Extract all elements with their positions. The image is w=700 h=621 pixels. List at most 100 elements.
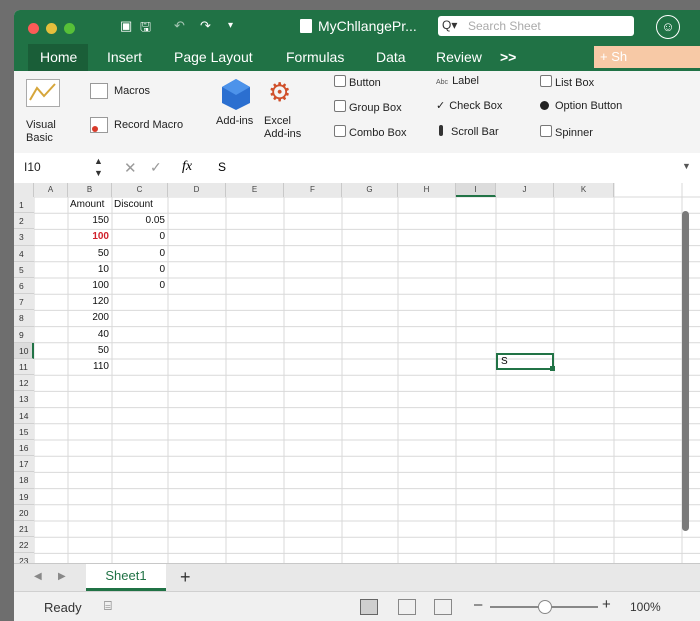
page-layout-view-icon[interactable]: [398, 599, 416, 615]
cell-B2[interactable]: 150: [68, 213, 109, 229]
tab-page-layout[interactable]: Page Layout: [174, 49, 253, 65]
column-header-G[interactable]: G: [342, 183, 398, 197]
minimize-window-button[interactable]: [46, 23, 57, 34]
tab-insert[interactable]: Insert: [107, 49, 142, 65]
sidebar-toggle-icon[interactable]: ▣: [120, 18, 132, 34]
label-control[interactable]: Abc Label: [436, 75, 479, 89]
row-header-2[interactable]: 2: [14, 213, 34, 230]
feedback-smiley-icon[interactable]: ☺: [656, 15, 680, 39]
macros-icon[interactable]: [90, 83, 108, 99]
button-control[interactable]: Button: [334, 75, 381, 90]
row-header-14[interactable]: 14: [14, 407, 34, 424]
tab-review[interactable]: Review: [436, 49, 482, 65]
cell-B3[interactable]: 100: [68, 229, 109, 245]
row-header-21[interactable]: 21: [14, 521, 34, 538]
visual-basic-icon[interactable]: [26, 79, 60, 107]
cancel-formula-icon[interactable]: ✕: [124, 159, 137, 177]
cell-B10[interactable]: 50: [68, 343, 109, 359]
tab-overflow-chevron[interactable]: >>: [500, 49, 516, 65]
row-header-17[interactable]: 17: [14, 456, 34, 473]
next-sheet-icon[interactable]: ▶: [58, 571, 66, 582]
cell-B7[interactable]: 120: [68, 294, 109, 310]
row-header-9[interactable]: 9: [14, 326, 34, 343]
row-header-18[interactable]: 18: [14, 472, 34, 489]
redo-icon[interactable]: ↷: [200, 18, 211, 34]
formula-bar-expand-icon[interactable]: ▼: [682, 161, 691, 171]
add-ins-label[interactable]: Add-ins: [216, 115, 253, 128]
tab-data[interactable]: Data: [376, 49, 406, 65]
zoom-out-icon[interactable]: –: [474, 596, 482, 613]
formula-input[interactable]: S: [218, 160, 226, 174]
prev-sheet-icon[interactable]: ◀: [34, 571, 42, 582]
row-header-15[interactable]: 15: [14, 423, 34, 440]
list-box-control[interactable]: List Box: [540, 75, 594, 90]
undo-icon[interactable]: ↶: [174, 18, 185, 34]
tab-formulas[interactable]: Formulas: [286, 49, 344, 65]
insert-function-icon[interactable]: fx: [182, 159, 192, 175]
row-header-19[interactable]: 19: [14, 488, 34, 505]
column-header-D[interactable]: D: [168, 183, 226, 197]
scroll-bar-control[interactable]: Scroll Bar: [436, 125, 499, 139]
cell-B11[interactable]: 110: [68, 359, 109, 375]
column-header-J[interactable]: J: [496, 183, 554, 197]
cell-B5[interactable]: 10: [68, 262, 109, 278]
name-box[interactable]: I10: [24, 160, 41, 174]
cell-C5[interactable]: 0: [112, 262, 165, 278]
column-header-F[interactable]: F: [284, 183, 342, 197]
normal-view-icon[interactable]: [360, 599, 378, 615]
macro-record-status-icon[interactable]: ⌸: [104, 598, 112, 614]
group-box-control[interactable]: Group Box: [334, 100, 402, 115]
check-box-control[interactable]: ✓ Check Box: [436, 100, 502, 113]
tab-home[interactable]: Home: [40, 49, 77, 65]
column-header-I[interactable]: I: [456, 183, 496, 197]
row-header-4[interactable]: 4: [14, 245, 34, 262]
spinner-control[interactable]: Spinner: [540, 125, 593, 140]
cell-B8[interactable]: 200: [68, 310, 109, 326]
cell-C6[interactable]: 0: [112, 278, 165, 294]
selected-cell-I10[interactable]: S: [496, 353, 555, 371]
column-header-B[interactable]: B: [68, 183, 112, 197]
option-button-control[interactable]: Option Button: [540, 100, 622, 113]
add-ins-icon[interactable]: [220, 77, 252, 116]
row-header-12[interactable]: 12: [14, 375, 34, 392]
fill-handle[interactable]: [550, 366, 555, 371]
column-header-H[interactable]: H: [398, 183, 456, 197]
search-sheet-input[interactable]: Q▾ Search Sheet: [438, 16, 634, 36]
sheet-tab-sheet1[interactable]: Sheet1: [86, 564, 166, 591]
row-header-3[interactable]: 3: [14, 229, 34, 246]
save-icon[interactable]: 🖫: [140, 18, 151, 40]
customize-toolbar-icon[interactable]: ▾: [228, 20, 233, 31]
cell-C4[interactable]: 0: [112, 246, 165, 262]
add-sheet-icon[interactable]: +: [180, 567, 191, 588]
record-macro-icon[interactable]: [90, 117, 108, 133]
maximize-window-button[interactable]: [64, 23, 75, 34]
column-header-E[interactable]: E: [226, 183, 284, 197]
vertical-scrollbar[interactable]: [682, 211, 689, 531]
visual-basic-label[interactable]: Visual Basic: [26, 119, 70, 145]
zoom-slider-knob[interactable]: [538, 600, 552, 614]
row-header-5[interactable]: 5: [14, 261, 34, 278]
cell-C3[interactable]: 0: [112, 229, 165, 245]
row-header-22[interactable]: 22: [14, 537, 34, 554]
zoom-slider-track[interactable]: [490, 600, 598, 614]
row-header-11[interactable]: 11: [14, 359, 34, 376]
cell-C2[interactable]: 0.05: [112, 213, 165, 229]
row-header-16[interactable]: 16: [14, 440, 34, 457]
select-all-corner[interactable]: [14, 183, 34, 197]
cell-B4[interactable]: 50: [68, 246, 109, 262]
cell-B1[interactable]: Amount: [70, 197, 104, 213]
excel-add-ins-gear-icon[interactable]: ⚙: [268, 79, 291, 105]
column-header-K[interactable]: K: [554, 183, 614, 197]
enter-formula-icon[interactable]: ✓: [150, 159, 162, 176]
share-button[interactable]: + Sh: [594, 46, 700, 68]
column-header-C[interactable]: C: [112, 183, 168, 197]
row-header-13[interactable]: 13: [14, 391, 34, 408]
row-header-20[interactable]: 20: [14, 504, 34, 521]
cell-B6[interactable]: 100: [68, 278, 109, 294]
combo-box-control[interactable]: Combo Box: [334, 125, 406, 140]
close-window-button[interactable]: [28, 23, 39, 34]
row-header-7[interactable]: 7: [14, 294, 34, 311]
column-header-A[interactable]: A: [34, 183, 68, 197]
row-header-1[interactable]: 1: [14, 197, 34, 214]
name-box-stepper-icon[interactable]: ▲ ▼: [94, 155, 103, 179]
